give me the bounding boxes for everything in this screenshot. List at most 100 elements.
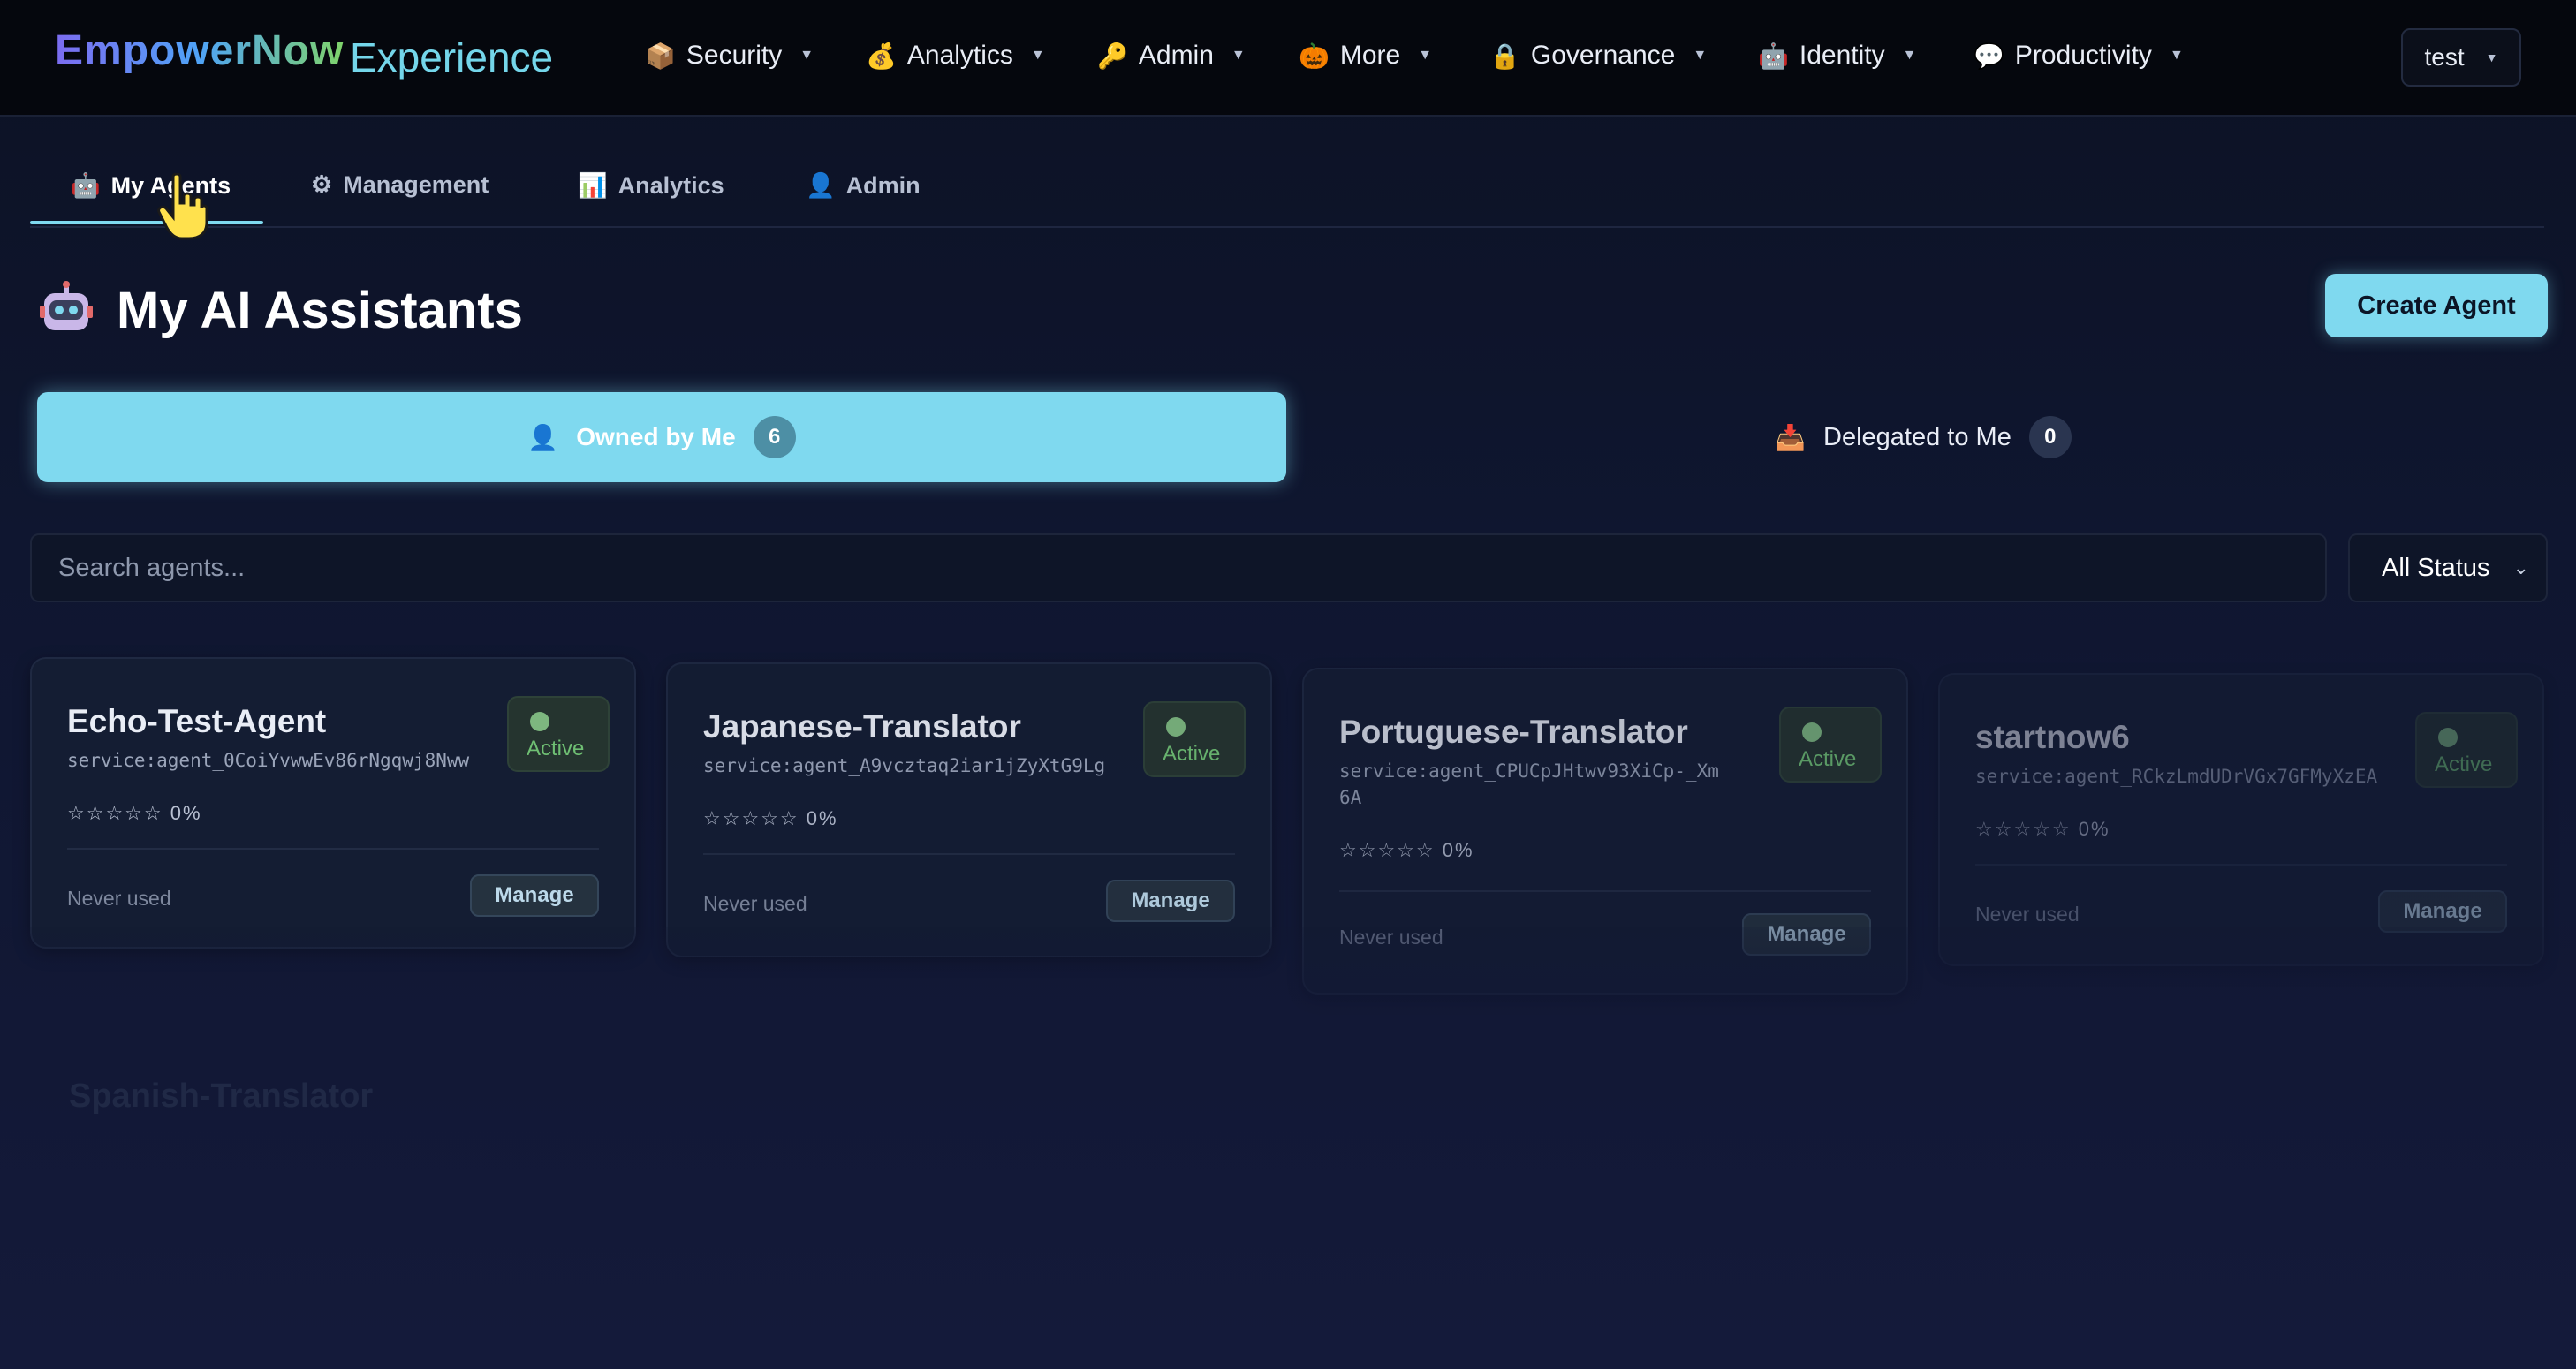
- tab-admin[interactable]: 👤 Admin: [806, 171, 921, 200]
- agent-subtabs: 🤖 My Agents ⚙ Management 📊 Analytics 👤 Admin: [30, 159, 2544, 228]
- caret-down-icon: ▼: [1693, 48, 1708, 63]
- manage-button[interactable]: Manage: [2378, 890, 2507, 933]
- agent-service-id: service:agent_RCkzLmdUDrVGx7GFMyXzEA: [1975, 766, 2378, 787]
- nav-label: Analytics: [906, 41, 1013, 70]
- tab-label: Analytics: [617, 171, 724, 199]
- delegated-count-badge: 0: [2028, 416, 2072, 458]
- speech-bubble-icon: 💬: [1974, 42, 2004, 70]
- tab-label: Delegated to Me: [1823, 422, 2012, 451]
- owned-count-badge: 6: [753, 416, 796, 458]
- rating-percent: 0%: [2078, 818, 2110, 840]
- agent-service-id: service:agent_0CoiYvwwEv86rNgqwj8Nww: [67, 750, 470, 771]
- user-name: test: [2424, 43, 2465, 71]
- money-bag-icon: 💰: [866, 42, 897, 70]
- caret-down-icon: ▼: [2169, 48, 2184, 63]
- agent-name: startnow6: [1975, 719, 2130, 755]
- nav-label: Productivity: [2014, 41, 2152, 70]
- agent-name: Japanese-Translator: [703, 708, 1021, 745]
- usage-text: Never used: [1339, 926, 1443, 949]
- agent-name: Portuguese-Translator: [1339, 714, 1688, 750]
- brand-name: EmpowerNow: [55, 27, 345, 74]
- status-text: Active: [1163, 742, 1221, 766]
- tab-delegated-to-me[interactable]: 📥 Delegated to Me 0: [1299, 392, 2548, 482]
- page-title: My AI Assistants: [117, 282, 523, 339]
- star-rating-icon: ☆☆☆☆☆: [67, 802, 163, 824]
- manage-button[interactable]: Manage: [1106, 880, 1235, 922]
- agent-rating: ☆☆☆☆☆ 0%: [67, 802, 202, 825]
- create-agent-button[interactable]: Create Agent: [2325, 274, 2548, 337]
- caret-down-icon: ▼: [2485, 50, 2498, 64]
- nav-governance[interactable]: 🔒 Governance ▼: [1489, 41, 1707, 71]
- nav-identity[interactable]: 🤖 Identity ▼: [1758, 41, 1916, 71]
- nav-security[interactable]: 📦 Security ▼: [645, 41, 814, 71]
- status-dot: [1166, 717, 1186, 737]
- agent-card[interactable]: Echo-Test-Agent service:agent_0CoiYvwwEv…: [30, 657, 636, 949]
- card-divider: [1975, 864, 2507, 866]
- card-divider: [67, 848, 599, 850]
- active-tab-indicator: [30, 221, 263, 224]
- star-rating-icon: ☆☆☆☆☆: [703, 807, 799, 829]
- key-icon: 🔑: [1097, 42, 1128, 70]
- caret-down-icon: ▼: [1231, 48, 1246, 63]
- chevron-down-icon: ⌄: [2512, 556, 2529, 579]
- agent-card[interactable]: Portuguese-Translator service:agent_CPUC…: [1302, 668, 1908, 995]
- status-text: Active: [527, 737, 585, 760]
- status-text: Active: [2435, 753, 2493, 776]
- usage-text: Never used: [67, 887, 171, 910]
- tab-owned-by-me[interactable]: 👤 Owned by Me 6: [37, 392, 1286, 482]
- user-icon: 👤: [527, 423, 559, 451]
- tab-analytics[interactable]: 📊 Analytics: [578, 171, 724, 200]
- nav-label: Governance: [1530, 41, 1676, 70]
- robot-icon: [40, 281, 93, 330]
- card-divider: [1339, 890, 1871, 892]
- status-badge: Active: [1143, 701, 1246, 777]
- nav-productivity[interactable]: 💬 Productivity ▼: [1974, 41, 2184, 71]
- loading-fade-overlay: [0, 927, 2576, 1369]
- top-navbar: EmpowerNow Experience 📦 Security ▼ 💰 Analyt…: [0, 0, 2576, 117]
- pumpkin-icon: 🎃: [1299, 42, 1330, 70]
- lock-icon: 🔒: [1489, 42, 1520, 70]
- nav-analytics[interactable]: 💰 Analytics ▼: [866, 41, 1045, 71]
- tab-label: Owned by Me: [576, 423, 736, 450]
- caret-down-icon: ▼: [1418, 48, 1433, 63]
- status-dot: [530, 712, 549, 731]
- hand-cursor-icon: [157, 173, 208, 240]
- user-icon: 👤: [806, 172, 836, 199]
- agent-card[interactable]: Japanese-Translator service:agent_A9vczt…: [666, 662, 1272, 957]
- gear-icon: ⚙: [311, 171, 333, 198]
- caret-down-icon: ▼: [1030, 48, 1045, 63]
- status-filter-value: All Status: [2382, 553, 2490, 582]
- status-dot: [2438, 728, 2458, 747]
- brand-suffix: Experience: [350, 34, 554, 80]
- status-badge: Active: [2415, 712, 2518, 788]
- usage-text: Never used: [703, 892, 807, 915]
- brand-logo[interactable]: EmpowerNow: [55, 26, 344, 75]
- agent-rating: ☆☆☆☆☆ 0%: [1339, 839, 1474, 862]
- nav-admin[interactable]: 🔑 Admin ▼: [1097, 41, 1246, 71]
- robot-icon: 🤖: [71, 172, 101, 199]
- star-rating-icon: ☆☆☆☆☆: [1339, 839, 1436, 861]
- status-dot: [1802, 722, 1822, 742]
- tab-label: Admin: [845, 171, 921, 199]
- nav-label: Identity: [1799, 41, 1885, 70]
- rating-percent: 0%: [1442, 839, 1474, 861]
- rating-percent: 0%: [806, 807, 838, 829]
- agent-service-id: service:agent_CPUCpJHtwv93XiCp-_Xm6A: [1339, 760, 1719, 808]
- caret-down-icon: ▼: [1902, 48, 1917, 63]
- search-agents-input[interactable]: [30, 533, 2327, 602]
- nav-label: More: [1339, 41, 1401, 70]
- tab-label: Management: [343, 171, 489, 198]
- status-badge: Active: [507, 696, 610, 772]
- manage-button[interactable]: Manage: [1742, 913, 1871, 956]
- status-badge: Active: [1779, 707, 1882, 783]
- nav-more[interactable]: 🎃 More ▼: [1299, 41, 1432, 71]
- manage-button[interactable]: Manage: [470, 874, 599, 917]
- nav-label: Security: [686, 41, 783, 70]
- status-filter-select[interactable]: All Status ⌄: [2348, 533, 2548, 602]
- tab-management[interactable]: ⚙ Management: [311, 171, 489, 199]
- agent-card[interactable]: startnow6 service:agent_RCkzLmdUDrVGx7GF…: [1938, 673, 2544, 966]
- bar-chart-icon: 📊: [578, 172, 608, 199]
- agent-service-id: service:agent_A9vcztaq2iar1jZyXtG9Lg: [703, 755, 1106, 776]
- nav-label: Admin: [1138, 41, 1214, 70]
- user-menu-button[interactable]: test ▼: [2401, 28, 2521, 87]
